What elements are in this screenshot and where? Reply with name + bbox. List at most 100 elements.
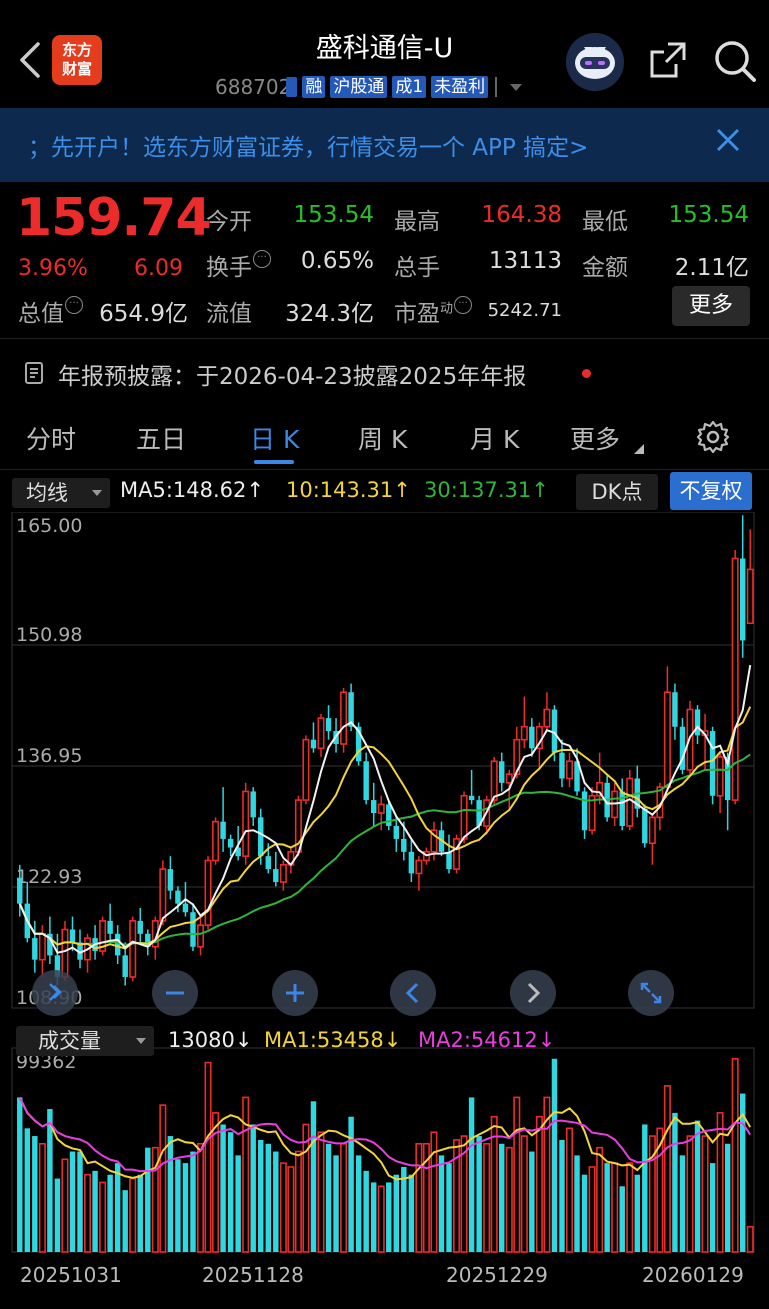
ma10-line	[18, 706, 752, 950]
volume-bar	[430, 1131, 438, 1253]
candle-body	[505, 773, 513, 784]
candle-body	[393, 825, 400, 839]
ma-select[interactable]: 均线	[12, 478, 110, 508]
no-adjust-button[interactable]: 不复权	[670, 472, 752, 510]
subline-divider	[495, 77, 498, 97]
volume-ma1-line	[18, 1096, 752, 1181]
zoom-in-button[interactable]	[272, 970, 318, 1016]
volume-indicator-row: 成交量 13080↓ MA1:53458↓ MA2:54612↓	[0, 1024, 769, 1058]
volume-ma1: MA1:53458↓	[264, 1028, 402, 1052]
tab-more[interactable]: 更多	[570, 420, 620, 456]
volume-bar	[499, 1143, 505, 1252]
candle-body	[129, 920, 137, 978]
volume-bar	[724, 1143, 731, 1252]
volume-bar	[273, 1151, 279, 1252]
dk-point-button[interactable]: DK点	[576, 474, 658, 510]
tab-monthly-k[interactable]: 月 K	[470, 420, 519, 456]
gear-icon[interactable]	[696, 420, 730, 454]
volume-bar	[386, 1182, 392, 1252]
candle-body	[446, 851, 452, 870]
candle-body	[114, 933, 121, 956]
volume-ma1-text: MA1:53458	[264, 1028, 384, 1052]
chevron-down-icon	[136, 1038, 146, 1044]
volume-bar	[204, 1061, 212, 1253]
volume-bar	[220, 1124, 226, 1252]
volume-bar	[377, 1185, 385, 1253]
candle-body	[401, 838, 407, 852]
tag-component: 成1	[392, 76, 427, 98]
amount-label: 金额	[582, 255, 628, 281]
header: 东方 财富 盛科通信-U 688702 融 沪股通 成1 未盈利	[0, 0, 769, 108]
annual-report-notice[interactable]: 年报预披露：于2026-04-23披露2025年年报	[0, 345, 769, 401]
candle-body	[642, 808, 648, 844]
turnover-label[interactable]: 换手 ···	[206, 248, 271, 282]
candle-body	[17, 877, 23, 904]
volume-bar	[302, 1123, 310, 1253]
volume-bar	[145, 1147, 151, 1252]
candle-body	[159, 868, 167, 922]
info-icon[interactable]: ···	[253, 250, 271, 268]
more-button[interactable]: 更多	[672, 286, 750, 326]
candle-body	[220, 821, 226, 839]
volume-bar	[61, 1158, 69, 1253]
info-icon[interactable]: ···	[65, 296, 83, 314]
candle-body	[370, 800, 377, 814]
kline-chart[interactable]: 165.00150.98136.95122.93108.909936220251…	[0, 512, 769, 1309]
price-tick-label: 122.93	[16, 866, 82, 888]
candle-body	[175, 890, 181, 904]
tab-daily-k[interactable]: 日 K	[250, 420, 299, 456]
volume-bar	[565, 1127, 574, 1253]
volume-bar	[559, 1139, 565, 1252]
candle-body	[648, 816, 656, 845]
volume-bar	[408, 1174, 415, 1252]
candle-body	[212, 820, 220, 862]
volume-bar	[746, 1225, 754, 1253]
mktcap-label[interactable]: 总值 ···	[18, 294, 83, 328]
stock-subline[interactable]: 688702 融 沪股通 成1 未盈利	[215, 74, 523, 100]
scroll-right-button[interactable]	[510, 970, 556, 1016]
volume-bar	[642, 1124, 648, 1252]
volume-select-label: 成交量	[38, 1029, 101, 1053]
tab-five-day[interactable]: 五日	[136, 420, 186, 456]
pe-label[interactable]: 市盈动 ···	[394, 294, 473, 328]
volume-bar	[415, 1142, 423, 1253]
tab-weekly-k[interactable]: 周 K	[358, 420, 407, 456]
volume-bar	[227, 1132, 234, 1252]
candle-body	[709, 731, 716, 796]
volume-bar	[483, 1142, 491, 1253]
candle-body	[559, 752, 565, 779]
volume-bar	[279, 1162, 287, 1253]
candle-body	[273, 869, 279, 883]
candle-body	[196, 924, 205, 948]
candle-body	[520, 725, 528, 741]
zoom-out-button[interactable]	[152, 970, 198, 1016]
volume-bar	[520, 1135, 528, 1253]
candle-body	[565, 760, 574, 780]
volume-value: 13113	[488, 248, 562, 274]
promo-banner[interactable]: ；先开户！选东方财富证券，行情交易一个 APP 搞定>	[0, 108, 769, 182]
fullscreen-button[interactable]	[628, 970, 674, 1016]
volume-bar	[175, 1159, 181, 1252]
info-icon[interactable]: ···	[454, 296, 473, 314]
volume-bar	[317, 1131, 325, 1253]
tab-intraday[interactable]: 分时	[26, 420, 76, 456]
candle-body	[69, 929, 76, 943]
volume-bar	[551, 1058, 558, 1252]
volume-bar	[505, 1146, 513, 1253]
volume-bar	[24, 1128, 31, 1252]
robot-assistant-icon[interactable]	[566, 33, 624, 91]
volume-bar	[709, 1163, 716, 1252]
share-icon[interactable]	[646, 40, 688, 82]
search-icon[interactable]	[712, 38, 758, 84]
volume-select[interactable]: 成交量	[16, 1026, 154, 1056]
volume-bar	[84, 1173, 92, 1253]
date-tick-label: 20251128	[202, 1263, 304, 1287]
scroll-left-button[interactable]	[390, 970, 436, 1016]
candle-body	[716, 756, 724, 797]
chevron-down-icon[interactable]	[510, 83, 523, 91]
close-icon[interactable]	[712, 124, 744, 156]
candle-body	[122, 955, 128, 977]
k-line-type-button[interactable]	[32, 970, 78, 1016]
volume-bar	[258, 1139, 264, 1252]
ma-select-label: 均线	[26, 481, 68, 505]
